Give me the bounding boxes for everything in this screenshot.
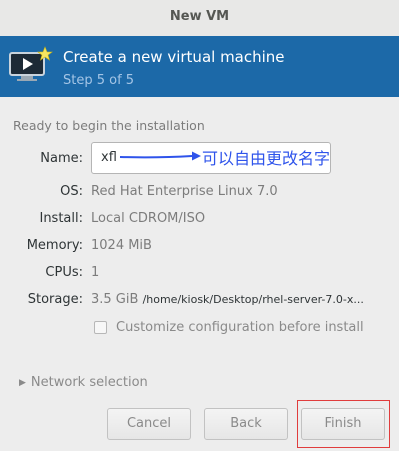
storage-path: /home/kiosk/Desktop/rhel-server-7.0-x...	[142, 293, 364, 306]
install-value: Local CDROM/ISO	[91, 211, 206, 226]
cpus-label: CPUs:	[45, 265, 83, 280]
network-selection-expander[interactable]: ▶ Network selection	[19, 375, 148, 390]
expander-arrow-icon: ▶	[19, 378, 26, 388]
os-value: Red Hat Enterprise Linux 7.0	[91, 184, 278, 199]
wizard-heading: Create a new virtual machine	[63, 48, 285, 66]
vm-wizard-icon	[8, 45, 54, 91]
storage-label: Storage:	[27, 292, 83, 307]
wizard-banner: Create a new virtual machine Step 5 of 5	[0, 36, 399, 97]
title-bar: New VM	[0, 0, 399, 37]
storage-value: 3.5 GiB /home/kiosk/Desktop/rhel-server-…	[91, 292, 364, 307]
back-button[interactable]: Back	[204, 408, 288, 440]
memory-label: Memory:	[26, 238, 83, 253]
storage-size: 3.5 GiB	[91, 292, 139, 307]
wizard-step: Step 5 of 5	[63, 73, 135, 88]
os-label: OS:	[60, 184, 83, 199]
install-label: Install:	[39, 211, 83, 226]
memory-value: 1024 MiB	[91, 238, 152, 253]
finish-highlight-box	[297, 400, 390, 448]
window-title: New VM	[169, 9, 230, 24]
name-label: Name:	[40, 151, 83, 166]
customize-label[interactable]: Customize configuration before install	[116, 320, 364, 335]
cancel-button[interactable]: Cancel	[107, 408, 191, 440]
customize-checkbox[interactable]	[94, 321, 107, 334]
annotation-arrow	[119, 151, 201, 161]
cpus-value: 1	[91, 265, 100, 280]
network-selection-label: Network selection	[30, 375, 148, 390]
name-input-value: xfl	[101, 150, 117, 165]
section-label: Ready to begin the installation	[13, 118, 205, 133]
annotation-text: 可以自由更改名字	[202, 149, 331, 168]
